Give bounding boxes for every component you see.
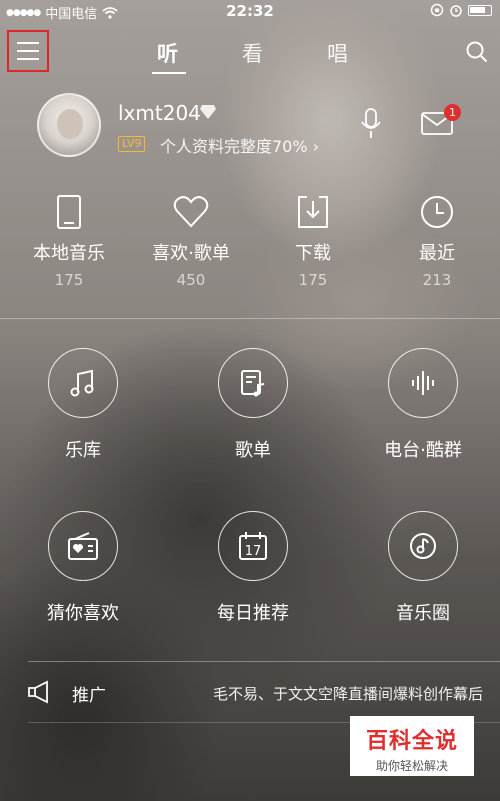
quick-count: 175: [298, 271, 328, 289]
profile-completion[interactable]: 个人资料完整度70% ›: [160, 133, 319, 157]
download-icon: [298, 196, 328, 228]
rotation-lock-icon: [430, 3, 444, 17]
watermark: 百科全说 助你轻松解决: [350, 716, 474, 776]
chevron-right-icon: ›: [312, 137, 320, 156]
music-circle-icon: [410, 533, 436, 559]
username[interactable]: lxmt204: [118, 101, 201, 125]
quick-local-music[interactable]: 本地音乐 175: [14, 195, 124, 289]
status-bar: ●●●●● 中国电信 22:32: [0, 0, 500, 24]
quick-label: 下载: [295, 243, 331, 264]
level-badge: LV9: [118, 136, 146, 152]
quick-favorites[interactable]: 喜欢·歌单 450: [136, 195, 246, 289]
section-divider: [0, 318, 500, 319]
grid-playlists[interactable]: 歌单: [183, 348, 323, 462]
quick-download[interactable]: 下载 175: [258, 195, 368, 289]
clock-icon: [421, 196, 453, 228]
battery-icon: [468, 4, 492, 16]
quick-label: 本地音乐: [33, 243, 105, 264]
calendar-day: 17: [245, 544, 262, 559]
promo-banner[interactable]: 推广 毛不易、于文文空降直播间爆料创作幕后: [0, 670, 500, 715]
quick-count: 213: [422, 271, 452, 289]
grid-guess-you-like[interactable]: 猜你喜欢: [13, 511, 153, 625]
hamburger-icon: [17, 42, 39, 60]
profile-completion-label: 个人资料完整度70%: [160, 137, 308, 156]
grid-label: 歌单: [235, 440, 271, 461]
grid-label: 猜你喜欢: [47, 603, 119, 624]
quick-links: 本地音乐 175 喜欢·歌单 450 下载 175 最近 213: [0, 195, 500, 295]
tab-listen[interactable]: 听: [157, 38, 178, 68]
quick-label: 最近: [419, 243, 455, 264]
megaphone-icon: [28, 680, 48, 704]
playlist-icon: [241, 370, 265, 397]
promo-text[interactable]: 毛不易、于文文空降直播间爆料创作幕后: [213, 683, 483, 704]
search-icon[interactable]: [466, 41, 488, 63]
soundwave-icon: [412, 371, 434, 395]
menu-button[interactable]: [7, 30, 49, 72]
active-tab-indicator: [152, 72, 186, 74]
status-time: 22:32: [226, 2, 274, 20]
quick-recent[interactable]: 最近 213: [382, 195, 492, 289]
quick-count: 450: [176, 271, 206, 289]
grid-label: 电台·酷群: [384, 440, 462, 461]
heart-icon: [173, 196, 209, 228]
mail-badge: 1: [444, 104, 461, 121]
tab-sing[interactable]: 唱: [327, 38, 348, 68]
quick-label: 喜欢·歌单: [152, 243, 230, 264]
grid-radio-groups[interactable]: 电台·酷群: [353, 348, 493, 462]
diamond-icon: [200, 105, 216, 119]
grid-music-library[interactable]: 乐库: [13, 348, 153, 462]
music-note-icon: [70, 369, 94, 397]
phone-icon: [57, 195, 81, 229]
alarm-icon: [450, 5, 462, 17]
grid-label: 每日推荐: [217, 603, 289, 624]
grid-daily-picks[interactable]: 17 每日推荐: [183, 511, 323, 625]
watermark-subtitle: 助你轻松解决: [375, 759, 448, 773]
quick-count: 175: [54, 271, 84, 289]
radio-icon: [68, 532, 98, 560]
promo-label: 推广: [72, 686, 106, 706]
microphone-icon[interactable]: [360, 108, 382, 140]
grid-label: 乐库: [65, 440, 101, 461]
tab-watch[interactable]: 看: [242, 38, 263, 68]
grid-music-circle[interactable]: 音乐圈: [353, 511, 493, 625]
watermark-title: 百科全说: [365, 729, 458, 754]
calendar-icon: 17: [239, 532, 267, 560]
section-divider: [28, 661, 500, 662]
grid-label: 音乐圈: [396, 603, 450, 624]
avatar[interactable]: [37, 93, 101, 157]
